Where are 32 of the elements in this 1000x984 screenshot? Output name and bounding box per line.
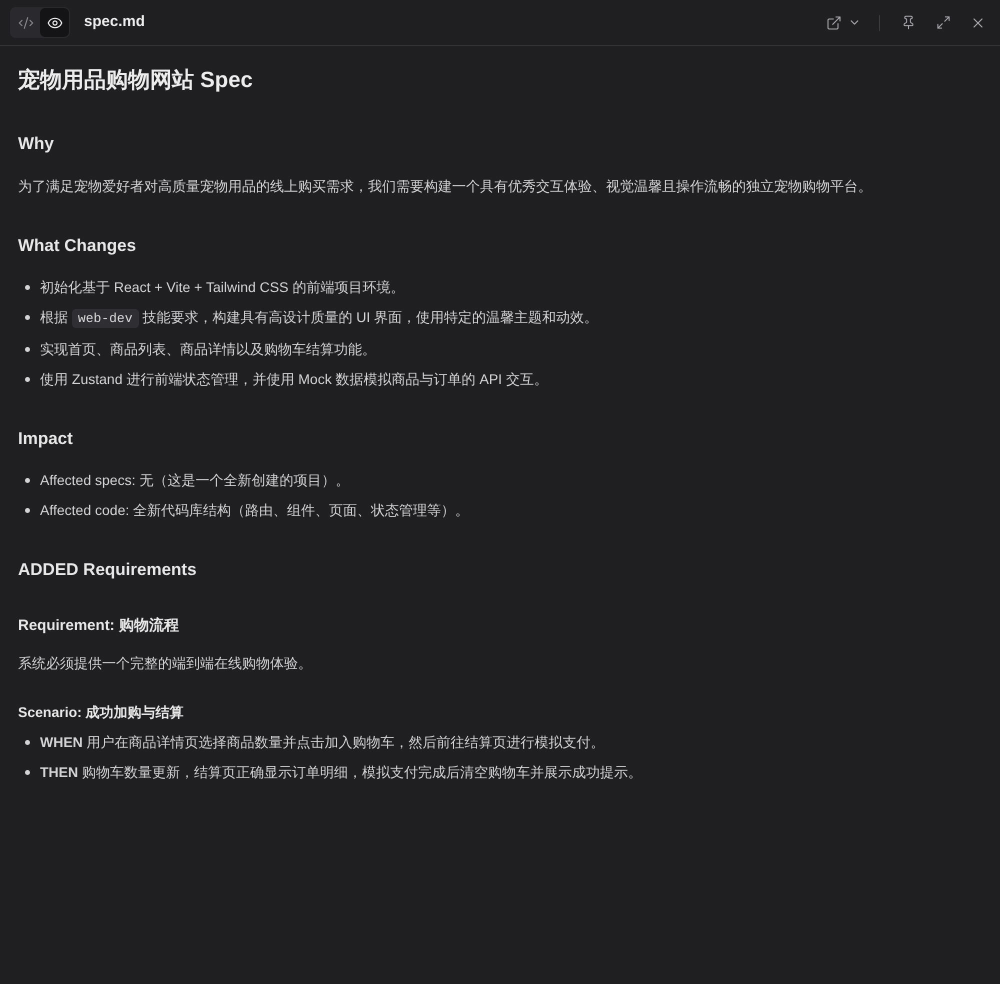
bullet-icon — [25, 347, 30, 352]
requirement-heading: Requirement: 购物流程 — [18, 616, 180, 636]
bullet-icon — [25, 508, 30, 513]
document-title: 宠物用品购物网站 Spec — [18, 66, 254, 94]
bullet-icon — [25, 285, 30, 290]
file-name: spec.md — [84, 12, 145, 32]
paragraph: 系统必须提供一个完整的端到端在线购物体验。 — [18, 654, 313, 673]
section-heading: What Changes — [18, 235, 138, 257]
list-item-text: Affected code: 全新代码库结构（路由、组件、页面、状态管理等）。 — [40, 501, 470, 520]
scenario-heading: Scenario: 成功加购与结算 — [18, 703, 185, 722]
list-item-text: 初始化基于 React + Vite + Tailwind CSS 的前端项目环境。 — [40, 278, 404, 297]
list-item-text: WHEN 用户在商品详情页选择商品数量并点击加入购物车，然后前往结算页进行模拟支付。 — [40, 733, 605, 752]
bullet-icon — [25, 377, 30, 382]
external-link-icon — [826, 14, 842, 30]
inline-code: web-dev — [72, 309, 138, 328]
bullet-icon — [25, 478, 30, 483]
code-icon — [18, 14, 34, 30]
list-item-text: Affected specs: 无（这是一个全新创建的项目）。 — [40, 471, 350, 490]
list-item-text: 实现首页、商品列表、商品详情以及购物车结算功能。 — [40, 340, 376, 359]
section-heading: ADDED Requirements — [18, 559, 198, 581]
section-heading: Why — [18, 133, 55, 155]
section-heading: Impact — [18, 428, 74, 450]
expand-icon — [936, 15, 950, 30]
bullet-icon — [25, 740, 30, 745]
bullet-icon — [25, 770, 30, 775]
paragraph: 为了满足宠物爱好者对高质量宠物用品的线上购买需求，我们需要构建一个具有优秀交互体验、视觉温馨且操作流畅的独立宠物购物平台。 — [18, 177, 873, 196]
pin-icon — [900, 15, 916, 30]
list-item-text: 根据 web-dev 技能要求，构建具有高设计质量的 UI 界面，使用特定的温馨主题和动效。 — [40, 308, 598, 330]
list-item-text: 使用 Zustand 进行前端状态管理，并使用 Mock 数据模拟商品与订单的 API 交互。 — [40, 370, 548, 389]
list-item-text: THEN 购物车数量更新，结算页正确显示订单明细，模拟支付完成后清空购物车并展示成功提示。 — [40, 763, 642, 782]
bullet-icon — [25, 315, 30, 320]
preview-tab[interactable] — [40, 8, 69, 37]
